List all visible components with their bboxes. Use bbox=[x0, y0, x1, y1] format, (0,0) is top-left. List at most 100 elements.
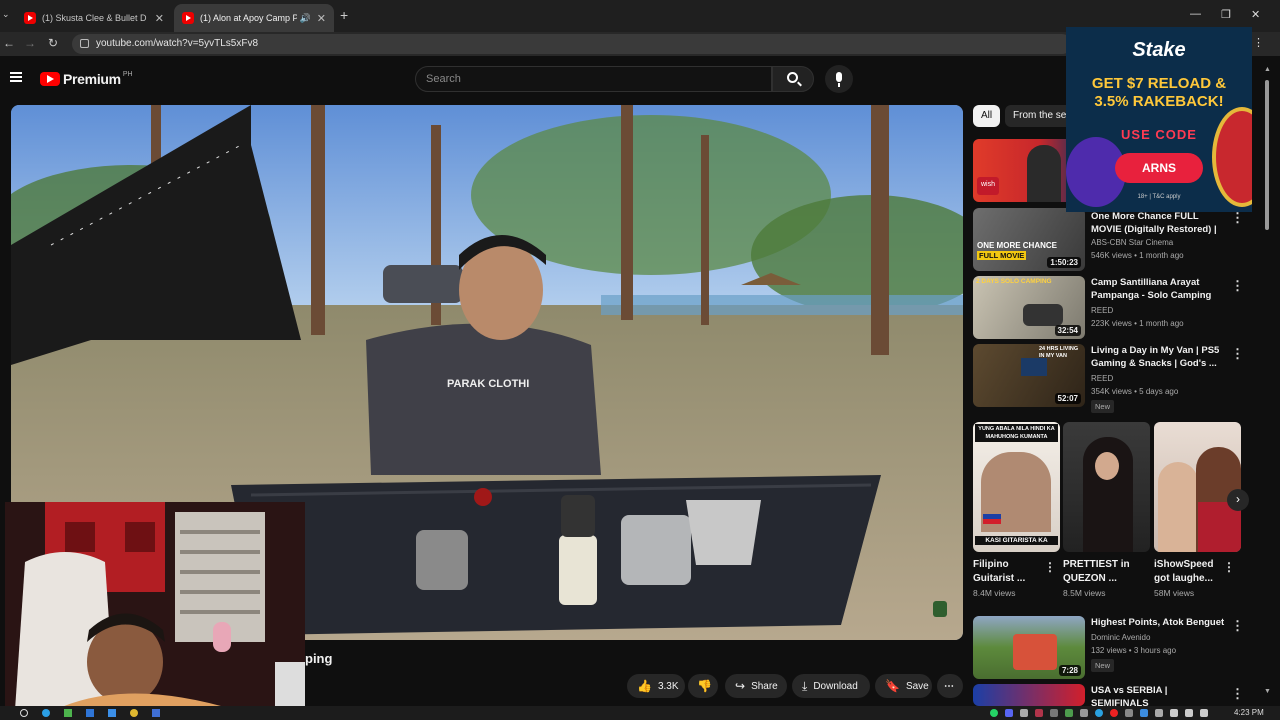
app-tray-icon[interactable] bbox=[1020, 709, 1028, 717]
voice-search-icon[interactable] bbox=[825, 65, 853, 93]
save-button[interactable]: 🔖 Save bbox=[875, 674, 932, 698]
video-thumbnail[interactable]: 2 DAYS SOLO CAMPING 32:54 bbox=[973, 276, 1085, 339]
back-icon[interactable]: ← bbox=[3, 36, 15, 50]
short-thumbnail[interactable] bbox=[1063, 422, 1150, 552]
scrollbar-thumb[interactable] bbox=[1265, 80, 1269, 230]
more-vert-icon[interactable]: ⋮ bbox=[1231, 278, 1244, 294]
more-actions-button[interactable]: ⋯ bbox=[937, 674, 963, 698]
telegram-icon[interactable] bbox=[1095, 709, 1103, 717]
url-field[interactable]: youtube.com/watch?v=5yvTLs5xFv8 bbox=[72, 34, 1072, 54]
more-vert-icon[interactable]: ⋮ bbox=[1044, 560, 1056, 574]
app-tray-icon[interactable] bbox=[1035, 709, 1043, 717]
app-tray-icon[interactable] bbox=[1080, 709, 1088, 717]
forward-icon[interactable]: → bbox=[24, 36, 36, 50]
clock[interactable]: 4:23 PM bbox=[1234, 708, 1264, 717]
store-icon[interactable] bbox=[64, 709, 72, 717]
channel-name[interactable]: ABS-CBN Star Cinema bbox=[1091, 238, 1173, 247]
app-tray-icon[interactable] bbox=[1125, 709, 1133, 717]
dislike-button[interactable]: 👎 bbox=[688, 674, 718, 698]
duration-badge: 1:50:23 bbox=[1047, 257, 1081, 268]
search-icon[interactable] bbox=[20, 709, 28, 717]
video-title[interactable]: Camp Santilliana Arayat Pampanga - Solo … bbox=[1091, 276, 1226, 302]
page-scrollbar[interactable]: ▲ ▼ bbox=[1262, 56, 1272, 706]
shorts-next-button[interactable]: › bbox=[1227, 489, 1249, 511]
more-vert-icon[interactable]: ⋮ bbox=[1231, 686, 1244, 702]
more-vert-icon[interactable]: ⋮ bbox=[1223, 560, 1235, 574]
os-taskbar: 4:23 PM bbox=[0, 706, 1280, 720]
tray-icons[interactable] bbox=[990, 709, 1208, 717]
site-info-icon[interactable] bbox=[80, 39, 89, 48]
minimize-icon[interactable]: — bbox=[1190, 8, 1201, 20]
share-button[interactable]: ↪ Share bbox=[725, 674, 787, 698]
video-title[interactable]: One More Chance FULL MOVIE (Digitally Re… bbox=[1091, 210, 1226, 237]
app-tray-icon[interactable] bbox=[1140, 709, 1148, 717]
like-button[interactable]: 👍 3.3K bbox=[627, 674, 685, 698]
short-title[interactable]: iShowSpeed got laughe... bbox=[1154, 558, 1224, 586]
browser-tab-1[interactable]: (1) Skusta Clee & Bullet D - "Dy ✕ bbox=[16, 4, 172, 32]
tab-title: (1) Alon at Apoy Camp Pala bbox=[200, 13, 297, 23]
more-vert-icon[interactable]: ⋮ bbox=[1231, 618, 1244, 634]
discord-icon[interactable] bbox=[1005, 709, 1013, 717]
chrome-icon[interactable] bbox=[130, 709, 138, 717]
short-title[interactable]: PRETTIEST in QUEZON ... bbox=[1063, 558, 1133, 586]
language-icon[interactable] bbox=[1200, 709, 1208, 717]
video-thumbnail[interactable]: 7:28 bbox=[973, 616, 1085, 679]
close-tab-icon[interactable]: ✕ bbox=[317, 12, 326, 25]
app-icon[interactable] bbox=[108, 709, 116, 717]
taskbar-app-icons[interactable] bbox=[20, 709, 160, 717]
recommendation-item[interactable]: USA vs SERBIA | SEMIFINALS ⋮ bbox=[973, 684, 1273, 706]
tab-list-chevron-icon[interactable]: ⌄ bbox=[2, 9, 10, 20]
volume-icon[interactable] bbox=[1185, 709, 1193, 717]
app-tray-icon[interactable] bbox=[1155, 709, 1163, 717]
video-title[interactable]: Living a Day in My Van | PS5 Gaming & Sn… bbox=[1091, 344, 1226, 370]
recommendation-item[interactable]: 2 DAYS SOLO CAMPING 32:54 Camp Santillia… bbox=[973, 276, 1273, 340]
speaker-icon[interactable]: 🔊 bbox=[300, 13, 311, 24]
thumbs-down-icon: 👎 bbox=[697, 679, 712, 693]
edge-icon[interactable] bbox=[42, 709, 50, 717]
download-button[interactable]: ⤓ Download bbox=[792, 674, 870, 698]
channel-name[interactable]: REED bbox=[1091, 306, 1113, 315]
reload-icon[interactable]: ↻ bbox=[48, 36, 58, 50]
browser-menu-icon[interactable]: ⋮ bbox=[1253, 36, 1264, 49]
whatsapp-icon[interactable] bbox=[990, 709, 998, 717]
ad-code-button[interactable]: ARNS bbox=[1115, 153, 1203, 183]
recommendation-item[interactable]: ONE MORE CHANCE FULL MOVIE 1:50:23 One M… bbox=[973, 208, 1273, 272]
chip-all[interactable]: All bbox=[973, 105, 1001, 127]
menu-icon[interactable] bbox=[10, 72, 22, 82]
short-item[interactable]: iShowSpeed got laughe... 58M views ⋮ bbox=[1154, 422, 1241, 598]
more-vert-icon[interactable]: ⋮ bbox=[1231, 346, 1244, 362]
app-tray-icon[interactable] bbox=[1050, 709, 1058, 717]
youtube-premium-logo[interactable]: Premium PH bbox=[40, 71, 133, 87]
thumb-badge: FULL MOVIE bbox=[977, 251, 1027, 260]
video-thumbnail[interactable]: 24 HRS LIVING IN MY VAN 52:07 bbox=[973, 344, 1085, 407]
short-title[interactable]: Filipino Guitarist ... bbox=[973, 558, 1043, 586]
browser-tab-2[interactable]: (1) Alon at Apoy Camp Pala 🔊 ✕ bbox=[174, 4, 334, 32]
short-item[interactable]: PRETTIEST in QUEZON ... 8.5M views bbox=[1063, 422, 1150, 598]
app-tray-icon[interactable] bbox=[1065, 709, 1073, 717]
wifi-icon[interactable] bbox=[1170, 709, 1178, 717]
recommendation-item[interactable]: 24 HRS LIVING IN MY VAN 52:07 Living a D… bbox=[973, 344, 1273, 413]
record-icon[interactable] bbox=[1110, 709, 1118, 717]
maximize-icon[interactable]: ❐ bbox=[1221, 8, 1231, 21]
close-window-icon[interactable]: ✕ bbox=[1251, 8, 1260, 21]
recommendation-item[interactable]: 7:28 Highest Points, Atok Benguet Domini… bbox=[973, 616, 1273, 680]
search-button[interactable] bbox=[772, 66, 814, 92]
channel-name[interactable]: Dominic Avenido bbox=[1091, 633, 1150, 642]
stake-ad-overlay[interactable]: Stake GET $7 RELOAD & 3.5% RAKEBACK! USE… bbox=[1066, 27, 1252, 212]
app-icon[interactable] bbox=[86, 709, 94, 717]
video-thumbnail[interactable] bbox=[973, 684, 1085, 706]
new-tab-icon[interactable]: + bbox=[340, 7, 348, 23]
app-icon[interactable] bbox=[152, 709, 160, 717]
channel-name[interactable]: REED bbox=[1091, 374, 1113, 383]
search-input[interactable]: Search bbox=[415, 66, 772, 92]
close-tab-icon[interactable]: ✕ bbox=[155, 12, 164, 25]
short-item[interactable]: YUNG ABALA NILA HINDI KA MAHUHONG KUMANT… bbox=[973, 422, 1060, 598]
scroll-down-arrow-icon[interactable]: ▼ bbox=[1264, 688, 1271, 695]
short-thumbnail[interactable]: YUNG ABALA NILA HINDI KA MAHUHONG KUMANT… bbox=[973, 422, 1060, 552]
video-title[interactable]: Highest Points, Atok Benguet bbox=[1091, 616, 1226, 629]
short-thumbnail[interactable] bbox=[1154, 422, 1241, 552]
more-vert-icon[interactable]: ⋮ bbox=[1231, 210, 1244, 226]
scroll-up-arrow-icon[interactable]: ▲ bbox=[1264, 66, 1271, 73]
video-thumbnail[interactable]: ONE MORE CHANCE FULL MOVIE 1:50:23 bbox=[973, 208, 1085, 271]
video-title[interactable]: USA vs SERBIA | SEMIFINALS bbox=[1091, 684, 1226, 706]
